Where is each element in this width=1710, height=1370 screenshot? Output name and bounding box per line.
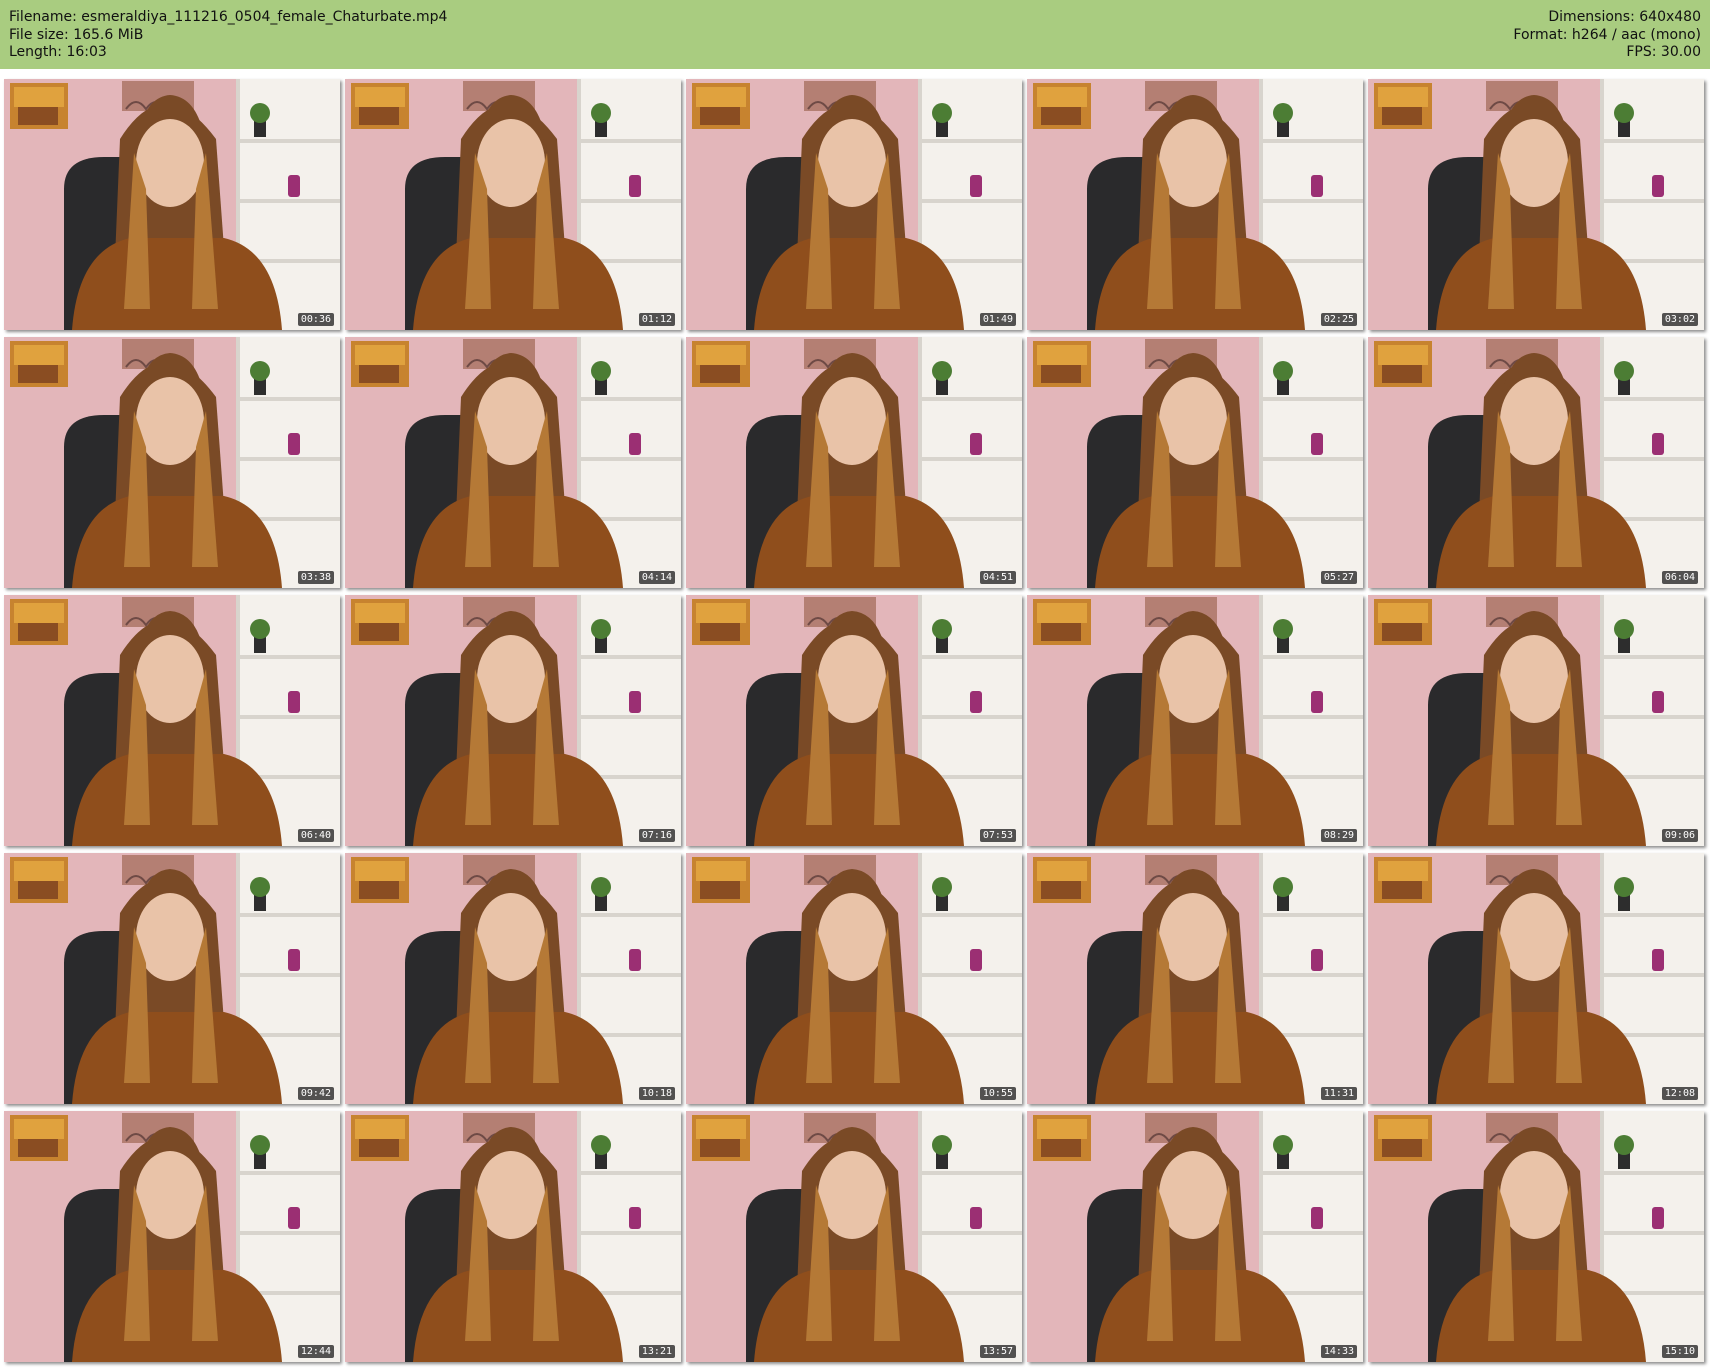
thumbnail-22[interactable]: 13:21 [345,1111,681,1362]
video-frame-image [686,337,1022,588]
dimensions-text: Dimensions: 640x480 [1548,9,1701,25]
timestamp-label: 10:18 [638,1087,675,1100]
thumbnail-2[interactable]: 01:12 [345,79,681,330]
thumbnail-25[interactable]: 15:10 [1368,1111,1704,1362]
video-frame-image [1027,853,1363,1104]
video-frame-image [345,595,681,846]
thumbnail-20[interactable]: 12:08 [1368,853,1704,1104]
timestamp-label: 11:31 [1320,1087,1357,1100]
thumbnail-9[interactable]: 05:27 [1027,337,1363,588]
timestamp-label: 06:40 [297,829,334,842]
timestamp-label: 03:38 [297,571,334,584]
timestamp-label: 05:27 [1320,571,1357,584]
thumbnail-4[interactable]: 02:25 [1027,79,1363,330]
timestamp-label: 13:57 [979,1345,1016,1358]
thumbnail-11[interactable]: 06:40 [4,595,340,846]
timestamp-label: 08:29 [1320,829,1357,842]
video-frame-image [1368,337,1704,588]
video-frame-image [4,595,340,846]
thumbnail-17[interactable]: 10:18 [345,853,681,1104]
timestamp-label: 04:51 [979,571,1016,584]
timestamp-label: 12:08 [1661,1087,1698,1100]
video-frame-image [1368,79,1704,330]
thumbnail-16[interactable]: 09:42 [4,853,340,1104]
video-frame-image [4,79,340,330]
file-info-right: Dimensions: 640x480 Format: h264 / aac (… [1513,9,1701,62]
thumbnail-3[interactable]: 01:49 [686,79,1022,330]
filename-text: Filename: esmeraldiya_111216_0504_female… [9,9,448,25]
video-frame-image [1027,79,1363,330]
video-frame-image [1368,595,1704,846]
thumbnail-14[interactable]: 08:29 [1027,595,1363,846]
timestamp-label: 01:12 [638,313,675,326]
thumbnail-23[interactable]: 13:57 [686,1111,1022,1362]
thumbnail-12[interactable]: 07:16 [345,595,681,846]
thumbnail-5[interactable]: 03:02 [1368,79,1704,330]
timestamp-label: 07:16 [638,829,675,842]
video-frame-image [1368,1111,1704,1362]
timestamp-label: 00:36 [297,313,334,326]
thumbnail-10[interactable]: 06:04 [1368,337,1704,588]
thumbnail-grid: 00:36 01:12 01:49 02:25 03:02 03:38 04:1… [4,79,1704,1362]
timestamp-label: 04:14 [638,571,675,584]
timestamp-label: 13:21 [638,1345,675,1358]
length-text: Length: 16:03 [9,44,107,60]
thumbnail-6[interactable]: 03:38 [4,337,340,588]
thumbnail-21[interactable]: 12:44 [4,1111,340,1362]
timestamp-label: 14:33 [1320,1345,1357,1358]
timestamp-label: 02:25 [1320,313,1357,326]
timestamp-label: 06:04 [1661,571,1698,584]
timestamp-label: 09:06 [1661,829,1698,842]
format-text: Format: h264 / aac (mono) [1513,26,1701,43]
thumbnail-1[interactable]: 00:36 [4,79,340,330]
thumbnail-8[interactable]: 04:51 [686,337,1022,588]
video-frame-image [345,853,681,1104]
video-frame-image [4,853,340,1104]
file-info-left: Filename: esmeraldiya_111216_0504_female… [9,9,447,62]
video-frame-image [1368,853,1704,1104]
timestamp-label: 12:44 [297,1345,334,1358]
info-header: Filename: esmeraldiya_111216_0504_female… [0,0,1710,69]
video-frame-image [686,79,1022,330]
video-frame-image [4,1111,340,1362]
thumbnail-19[interactable]: 11:31 [1027,853,1363,1104]
timestamp-label: 03:02 [1661,313,1698,326]
thumbnail-18[interactable]: 10:55 [686,853,1022,1104]
video-frame-image [1027,595,1363,846]
fps-text: FPS: 30.00 [1626,44,1701,60]
filesize-text: File size: 165.6 MiB [9,26,144,43]
timestamp-label: 01:49 [979,313,1016,326]
thumbnail-7[interactable]: 04:14 [345,337,681,588]
video-frame-image [686,853,1022,1104]
video-frame-image [4,337,340,588]
video-frame-image [1027,337,1363,588]
video-frame-image [345,79,681,330]
video-frame-image [1027,1111,1363,1362]
timestamp-label: 09:42 [297,1087,334,1100]
thumbnail-13[interactable]: 07:53 [686,595,1022,846]
timestamp-label: 15:10 [1661,1345,1698,1358]
video-frame-image [686,1111,1022,1362]
thumbnail-15[interactable]: 09:06 [1368,595,1704,846]
thumbnail-24[interactable]: 14:33 [1027,1111,1363,1362]
video-frame-image [686,595,1022,846]
video-frame-image [345,337,681,588]
video-frame-image [345,1111,681,1362]
timestamp-label: 07:53 [979,829,1016,842]
timestamp-label: 10:55 [979,1087,1016,1100]
